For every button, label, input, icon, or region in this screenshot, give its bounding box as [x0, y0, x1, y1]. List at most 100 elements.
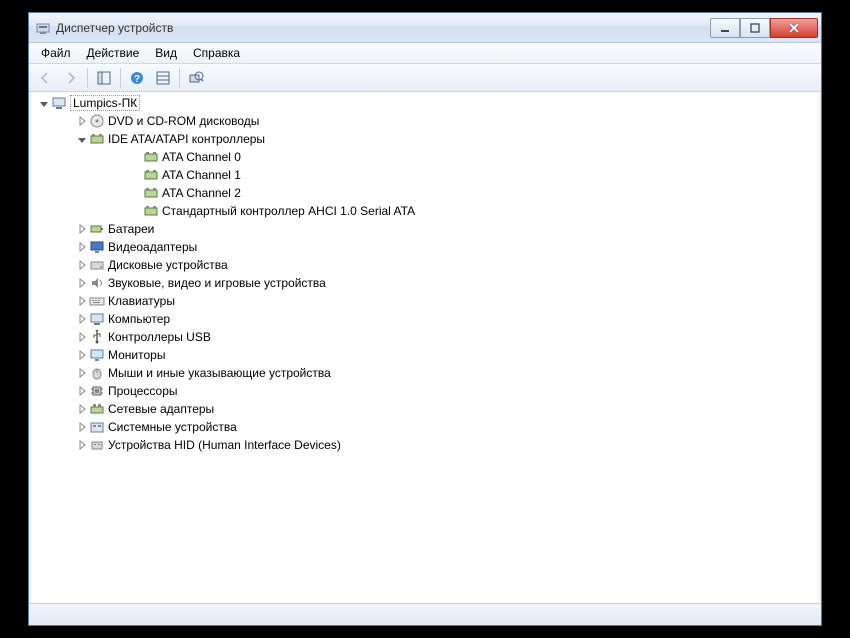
sound-icon	[89, 275, 105, 291]
tree-node-label: IDE ATA/ATAPI контроллеры	[108, 132, 265, 146]
expander-icon[interactable]	[75, 258, 89, 272]
tree-node-label: Контроллеры USB	[108, 330, 211, 344]
tree-category-node[interactable]: Устройства HID (Human Interface Devices)	[50, 436, 819, 454]
tree-node-label: ATA Channel 2	[162, 186, 241, 200]
tree-node-label: Клавиатуры	[108, 294, 175, 308]
tree-category-node[interactable]: Сетевые адаптеры	[50, 400, 819, 418]
tree-node-label: ATA Channel 1	[162, 168, 241, 182]
tree-root-node[interactable]: Lumpics-ПК	[31, 94, 819, 112]
expander-icon[interactable]	[75, 420, 89, 434]
tree-device-node[interactable]: Стандартный контроллер AHCI 1.0 Serial A…	[69, 202, 819, 220]
mouse-icon	[89, 365, 105, 381]
controller-icon	[143, 149, 159, 165]
device-manager-window: Диспетчер устройств Файл Действие Вид Сп…	[28, 12, 822, 626]
help-button[interactable]: ?	[125, 67, 149, 89]
menu-view[interactable]: Вид	[147, 43, 185, 63]
controller-icon	[143, 203, 159, 219]
controller-icon	[143, 167, 159, 183]
menu-file[interactable]: Файл	[33, 43, 79, 63]
tree-node-label: DVD и CD-ROM дисководы	[108, 114, 259, 128]
battery-icon	[89, 221, 105, 237]
tree-node-label: ATA Channel 0	[162, 150, 241, 164]
controller-icon	[89, 131, 105, 147]
tree-node-label: Сетевые адаптеры	[108, 402, 214, 416]
tree-device-node[interactable]: ATA Channel 0	[69, 148, 819, 166]
tree-node-label: Системные устройства	[108, 420, 237, 434]
expander-icon[interactable]	[75, 240, 89, 254]
tree-node-label: Стандартный контроллер AHCI 1.0 Serial A…	[162, 204, 415, 218]
svg-text:?: ?	[134, 74, 140, 85]
system-icon	[89, 419, 105, 435]
menubar: Файл Действие Вид Справка	[29, 43, 821, 64]
show-hide-tree-button[interactable]	[92, 67, 116, 89]
toolbar: ?	[29, 64, 821, 92]
tree-node-label: Lumpics-ПК	[70, 95, 140, 111]
monitor-icon	[89, 347, 105, 363]
nav-back-button	[33, 67, 57, 89]
close-button[interactable]	[770, 18, 818, 38]
properties-button[interactable]	[151, 67, 175, 89]
network-icon	[89, 401, 105, 417]
drive-icon	[89, 257, 105, 273]
tree-node-label: Компьютер	[108, 312, 170, 326]
disc-icon	[89, 113, 105, 129]
expander-icon[interactable]	[75, 402, 89, 416]
window-title: Диспетчер устройств	[56, 21, 173, 35]
tree-category-node[interactable]: IDE ATA/ATAPI контроллеры	[50, 130, 819, 148]
tree-node-label: Процессоры	[108, 384, 178, 398]
tree-category-node[interactable]: Видеоадаптеры	[50, 238, 819, 256]
expander-icon[interactable]	[75, 276, 89, 290]
controller-icon	[143, 185, 159, 201]
expander-icon[interactable]	[75, 312, 89, 326]
nav-forward-button	[59, 67, 83, 89]
statusbar	[29, 603, 821, 625]
toolbar-separator	[179, 68, 180, 88]
expander-icon[interactable]	[75, 114, 89, 128]
tree-category-node[interactable]: Дисковые устройства	[50, 256, 819, 274]
expander-icon[interactable]	[75, 348, 89, 362]
hid-icon	[89, 437, 105, 453]
tree-category-node[interactable]: Клавиатуры	[50, 292, 819, 310]
tree-node-label: Мыши и иные указывающие устройства	[108, 366, 331, 380]
tree-category-node[interactable]: Компьютер	[50, 310, 819, 328]
tree-view[interactable]: Lumpics-ПК DVD и CD-ROM дисководы IDE ATA/…	[29, 92, 821, 603]
computer-icon	[89, 311, 105, 327]
tree-node-label: Устройства HID (Human Interface Devices)	[108, 438, 341, 452]
menu-action[interactable]: Действие	[79, 43, 148, 63]
tree-category-node[interactable]: DVD и CD-ROM дисководы	[50, 112, 819, 130]
tree-node-label: Дисковые устройства	[108, 258, 228, 272]
tree-category-node[interactable]: Звуковые, видео и игровые устройства	[50, 274, 819, 292]
maximize-button[interactable]	[740, 18, 770, 38]
tree-node-label: Звуковые, видео и игровые устройства	[108, 276, 326, 290]
expander-icon[interactable]	[75, 438, 89, 452]
scan-hardware-button[interactable]	[184, 67, 208, 89]
app-icon	[35, 20, 51, 36]
tree-category-node[interactable]: Контроллеры USB	[50, 328, 819, 346]
tree-node-label: Мониторы	[108, 348, 165, 362]
toolbar-separator	[87, 68, 88, 88]
display-icon	[89, 239, 105, 255]
toolbar-separator	[120, 68, 121, 88]
expander-icon[interactable]	[75, 132, 89, 146]
expander-icon[interactable]	[37, 96, 51, 110]
expander-icon[interactable]	[75, 384, 89, 398]
usb-icon	[89, 329, 105, 345]
expander-icon[interactable]	[75, 222, 89, 236]
cpu-icon	[89, 383, 105, 399]
tree-node-label: Батареи	[108, 222, 154, 236]
tree-category-node[interactable]: Мониторы	[50, 346, 819, 364]
menu-help[interactable]: Справка	[185, 43, 248, 63]
tree-device-node[interactable]: ATA Channel 1	[69, 166, 819, 184]
minimize-button[interactable]	[710, 18, 740, 38]
expander-icon[interactable]	[75, 294, 89, 308]
tree-category-node[interactable]: Мыши и иные указывающие устройства	[50, 364, 819, 382]
computer-icon	[51, 95, 67, 111]
expander-icon[interactable]	[75, 330, 89, 344]
expander-icon[interactable]	[75, 366, 89, 380]
tree-device-node[interactable]: ATA Channel 2	[69, 184, 819, 202]
tree-category-node[interactable]: Батареи	[50, 220, 819, 238]
titlebar[interactable]: Диспетчер устройств	[29, 13, 821, 43]
tree-category-node[interactable]: Процессоры	[50, 382, 819, 400]
window-controls	[710, 18, 821, 38]
tree-category-node[interactable]: Системные устройства	[50, 418, 819, 436]
